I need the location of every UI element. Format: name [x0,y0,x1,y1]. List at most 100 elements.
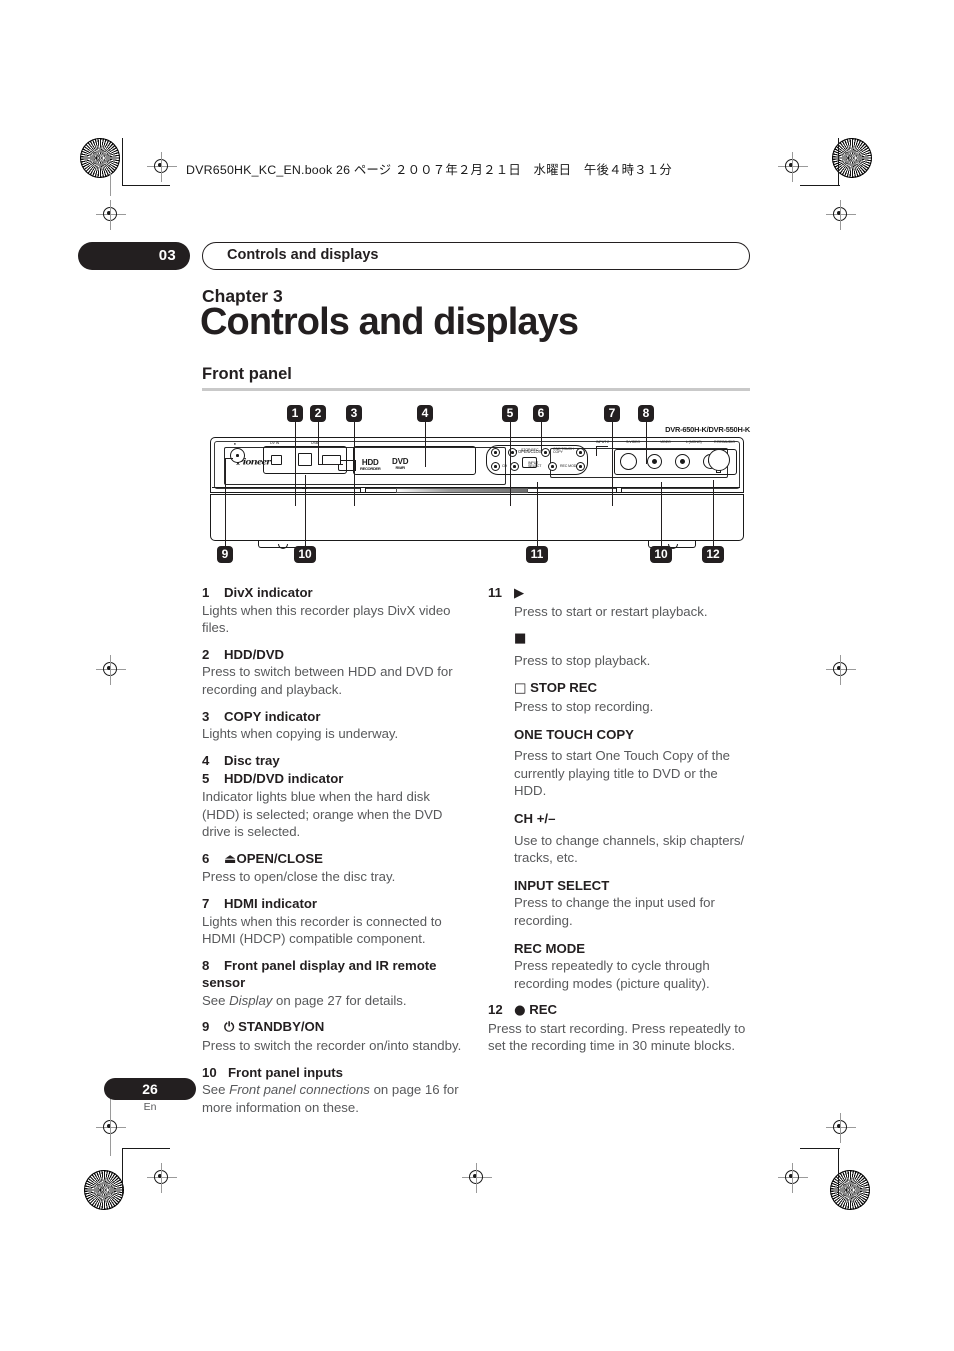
item-body-3: Lights when copying is underway. [202,726,399,742]
input-select-label: INPUT SELECT [528,460,542,469]
item-heading-6: 6 ⏏OPEN/CLOSE [202,850,464,869]
registration-mark-bottom-left [147,1163,177,1193]
recorder-illustration: Pioneer HDD RECORDER DVD RW/R OPEN/CLOSE [210,437,744,549]
registration-rosette-top-left [80,138,120,178]
ch-plus-button[interactable] [510,462,519,471]
audio-label: AUDIO [724,440,735,444]
item-number-3: 3 [202,708,210,724]
callout-badge-7: 7 [604,405,620,422]
item-number-12: 12 [488,1002,503,1018]
leader-line-2-h [318,464,343,465]
item-heading-1: 1 DivX indicator [202,584,464,602]
ch-minus-button[interactable] [491,462,500,471]
book-file-header: DVR650HK_KC_EN.book 26 ページ ２００７年２月２１日 水曜… [186,163,672,177]
registration-mark-lower-right [826,1113,856,1143]
callout-badge-10-right: 10 [650,546,672,563]
s-video-jack[interactable] [620,453,637,470]
item-body-10-ref: Front panel connections [229,1082,370,1098]
copy-indicator [360,486,366,493]
callout-badge-10-left: 10 [294,546,316,563]
item-title-8: Front panel display and IR remote sensor [202,957,437,991]
crop-mark [838,1148,840,1196]
page-language-code: En [143,1101,157,1113]
ch-label: CH [502,464,507,468]
standby-on-label: ⏺ [234,442,236,446]
registration-rosette-bottom-right [830,1170,870,1210]
item-body-11-stop: Press to stop playback. [514,652,651,668]
item-body-10: See Front panel connections on page 16 f… [202,1081,464,1116]
crop-mark [122,1148,170,1150]
item-body-11-otc: Press to start One Touch Copy of the cur… [514,748,730,799]
hdmi-indicator [616,486,622,493]
audio-left-label: L (MONO) [686,440,702,444]
leader-line-9 [225,458,226,546]
registration-mark-mid-right [826,655,856,685]
play-glyph-icon: ▶ [514,586,525,601]
input2-bracket-v [596,446,597,456]
item-heading-3: 3 COPY indicator [202,708,464,726]
one-touch-copy-button[interactable] [576,448,585,457]
front-panel-figure: 1 2 3 4 5 6 7 8 DVR-650H-K/DVR-550H-K Pi… [202,400,750,582]
registration-mark-upper-left [96,200,126,230]
rec-button[interactable] [708,449,730,471]
item-title-10: Front panel inputs [228,1064,344,1080]
video-jack[interactable] [647,454,662,469]
callout-badge-9: 9 [217,546,233,563]
audio-left-jack[interactable] [675,454,690,469]
rec-button-label: REC [717,440,725,444]
input-select-button[interactable] [548,462,557,471]
item-body-11-ch: Use to change channels, skip chapters/ t… [514,832,745,866]
registration-mark-upper-right [826,200,856,230]
stop-rec-glyph-icon: □ [514,681,527,697]
hdd-dvd-indicator [396,488,528,493]
callout-badge-8: 8 [638,405,654,422]
leader-line-8 [646,422,647,464]
leader-line-9-h [225,458,233,459]
item-body-8: See Display on page 27 for details. [202,992,464,1010]
callout-badge-2: 2 [310,405,326,422]
leader-line-5 [510,422,511,506]
registration-mark-top-right [778,152,808,182]
item-body-10-pre: See [202,1082,230,1098]
leader-line-7 [612,422,613,506]
leader-line-12 [713,480,714,546]
stop-rec-label: STOP REC [530,680,598,696]
dv-in-label: DV IN [270,441,280,445]
crop-mark [800,185,840,187]
running-head-title: Controls and displays [202,242,750,270]
crop-mark [122,185,170,187]
page-title: Controls and displays [200,301,579,343]
chapter-number-badge: 03 [78,242,190,270]
item-body-8-pre: See [202,992,230,1008]
item-title-2: HDD/DVD [224,646,285,662]
right-text-column: 11 ▶ Press to start or restart playback. … [488,584,750,1055]
callout-badge-1: 1 [287,405,303,422]
leader-line-4 [425,422,426,467]
leader-line-11 [537,482,538,546]
standby-on-button[interactable] [230,448,245,463]
lower-front-blank [353,446,476,475]
item-number-4: 4 [202,752,210,768]
ch-subheading: CH +/– [514,810,556,826]
dv-in-port[interactable] [271,455,282,465]
stop-rec-button[interactable] [541,448,550,457]
rec-mode-button[interactable] [576,462,585,471]
item-body-8-post: on page 27 for details. [272,992,407,1008]
one-touch-copy-label: ONE TOUCH COPY [553,446,574,455]
crop-mark [800,1148,840,1150]
leader-line-1 [295,422,296,506]
item-title-7: HDMI indicator [224,895,318,911]
item-title-5: HDD/DVD indicator [224,771,344,787]
record-glyph-icon: ● [514,1003,526,1019]
usb-port-a[interactable] [298,453,312,466]
item-number-10: 10 [202,1064,217,1080]
registration-mark-mid-left [96,655,126,685]
item-title-9: STANDBY/ON [238,1019,325,1035]
leader-line-3 [354,422,355,506]
play-button[interactable] [491,448,500,457]
item-body-11-input: Press to change the input used for recor… [514,895,715,928]
left-text-column: 1 DivX indicator Lights when this recorde… [202,584,464,1116]
callout-badge-11: 11 [526,546,548,563]
item-title-4: Disc tray [224,752,280,768]
running-head: 03 Controls and displays [78,242,750,270]
